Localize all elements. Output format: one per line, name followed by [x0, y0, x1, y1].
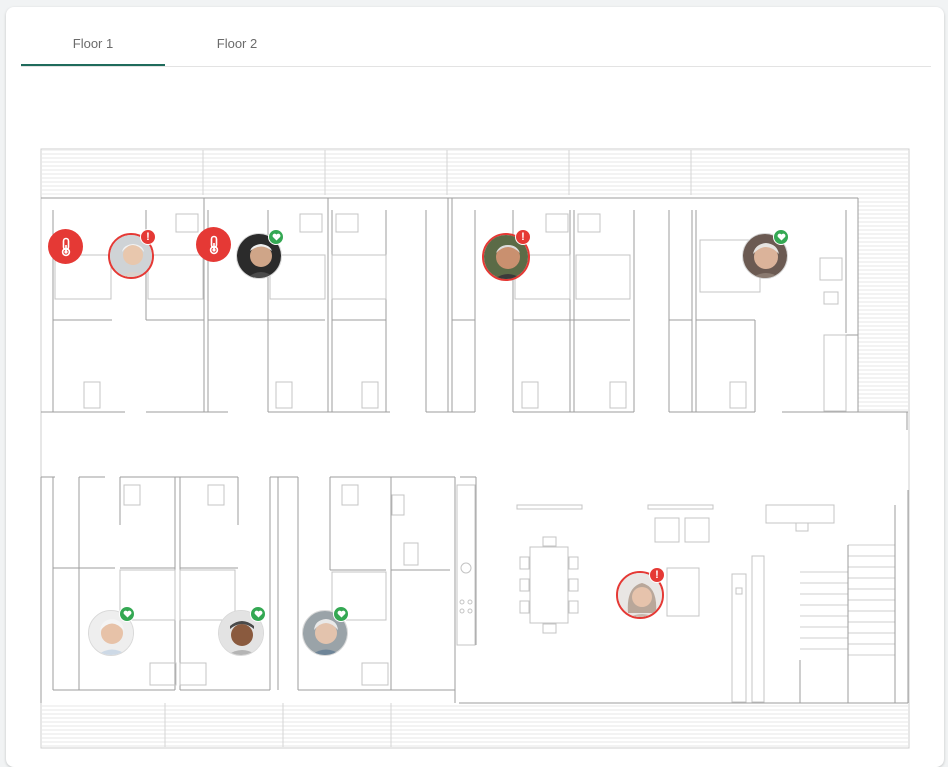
heart-icon — [268, 229, 284, 245]
heart-icon — [333, 606, 349, 622]
resident-marker[interactable]: ! — [108, 229, 156, 281]
heart-icon — [250, 606, 266, 622]
temperature-alert-marker[interactable] — [48, 229, 83, 264]
resident-marker[interactable]: ! — [482, 229, 531, 281]
resident-marker[interactable] — [302, 606, 350, 658]
floor-plan — [40, 148, 910, 749]
exclamation-icon: ! — [515, 229, 531, 245]
thermometer-icon — [61, 237, 70, 256]
heart-icon — [119, 606, 135, 622]
resident-marker[interactable] — [742, 229, 790, 281]
resident-marker[interactable]: ! — [616, 567, 665, 619]
exclamation-icon: ! — [140, 229, 156, 245]
resident-marker[interactable] — [218, 606, 266, 658]
temperature-alert-marker[interactable] — [196, 227, 231, 262]
heart-icon — [773, 229, 789, 245]
thermometer-icon — [209, 235, 218, 254]
resident-marker[interactable] — [88, 606, 136, 658]
exclamation-icon: ! — [649, 567, 665, 583]
resident-marker[interactable] — [236, 229, 284, 281]
